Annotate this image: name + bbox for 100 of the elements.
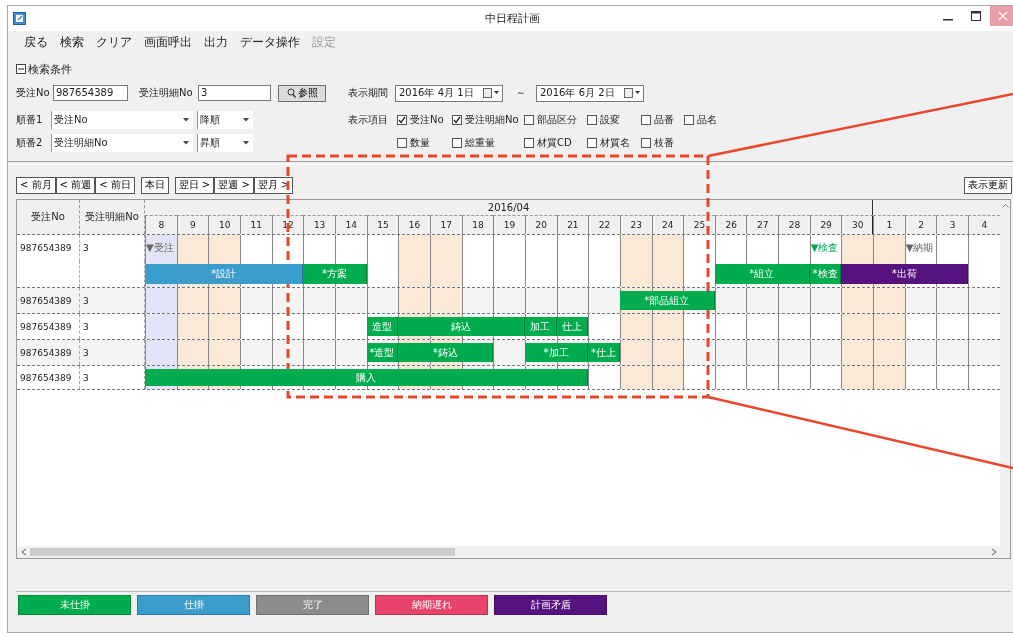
display-item-checkbox[interactable]: 枝番 [641, 133, 684, 153]
day-cell [398, 235, 430, 287]
scroll-right-icon[interactable] [991, 548, 997, 556]
day-cell [651, 340, 684, 365]
task-bar[interactable]: *出荷 [841, 264, 969, 284]
display-item-checkbox[interactable]: 数量 [397, 133, 452, 153]
day-cell [841, 366, 874, 389]
display-item-checkbox[interactable]: 総重量 [452, 133, 524, 153]
menu-item[interactable]: データ操作 [234, 33, 306, 51]
vertical-scrollbar[interactable] [1000, 200, 1010, 558]
sort-order-dropdown[interactable]: 降順 [197, 111, 253, 129]
day-cell [145, 340, 177, 365]
nav-button[interactable]: 翌週 > [214, 176, 254, 194]
day-cell [429, 288, 462, 313]
day-header: 21 [556, 215, 589, 234]
day-cell [176, 340, 209, 365]
menu-item[interactable]: 検索 [54, 33, 90, 51]
day-cell [651, 314, 684, 339]
field-label: 表示期間 [348, 86, 389, 100]
field-label: 順番1 [16, 113, 44, 127]
display-item-checkbox[interactable]: 受注明細No [452, 110, 524, 130]
sort-field-dropdown[interactable]: 受注No [51, 111, 193, 129]
day-header: 28 [778, 215, 810, 234]
menu-item[interactable]: 戻る [18, 33, 54, 51]
date-picker[interactable]: 2016年 4月 1日 [395, 84, 503, 102]
nav-button[interactable]: 翌日 > [174, 176, 215, 194]
milestone-label: ▼受注 [146, 241, 175, 255]
day-header: 10 [208, 215, 240, 234]
day-header: 14 [334, 215, 367, 234]
day-header: 1 [873, 215, 905, 234]
display-item-checkbox[interactable]: 材質CD [524, 133, 587, 153]
menu-item[interactable]: 出力 [198, 33, 234, 51]
day-cell [873, 340, 905, 365]
app-icon [13, 11, 26, 25]
day-cell [841, 288, 874, 313]
day-header: 2 [904, 215, 937, 234]
calendar-icon[interactable] [483, 88, 492, 98]
field-label: 受注No [16, 86, 51, 100]
day-header: 16 [398, 215, 430, 234]
day-cell [619, 340, 652, 365]
day-header: 30 [841, 215, 874, 234]
day-header: 3 [936, 215, 969, 234]
date-picker[interactable]: 2016年 6月 2日 [536, 84, 644, 102]
display-item-checkbox[interactable]: 品名 [684, 110, 744, 130]
nav-button[interactable]: < 前日 [95, 176, 135, 194]
display-item-checkbox[interactable]: 品番 [641, 110, 684, 130]
legend-item: 完了 [256, 595, 369, 615]
minimize-icon [943, 19, 953, 21]
calendar-icon[interactable] [624, 88, 633, 98]
menu-item[interactable]: 画面呼出 [138, 33, 198, 51]
scroll-left-icon[interactable] [21, 548, 27, 556]
month-header: 2016/04 [145, 200, 874, 215]
display-item-checkbox[interactable]: 材質名 [587, 133, 641, 153]
caret-icon[interactable] [494, 91, 499, 95]
caret-icon [243, 118, 249, 122]
day-cell [176, 288, 209, 313]
day-header: 15 [366, 215, 399, 234]
lookup-button[interactable]: 参照 [278, 84, 326, 102]
day-header: 18 [461, 215, 494, 234]
day-header: 9 [176, 215, 209, 234]
nav-button[interactable]: < 前週 [55, 176, 96, 194]
day-cell [145, 314, 177, 339]
checkmark-icon [453, 116, 461, 124]
horizontal-scrollbar[interactable] [17, 546, 1000, 558]
legend-item: 計画矛盾 [494, 595, 607, 615]
day-cell [208, 340, 240, 365]
search-icon [286, 88, 296, 98]
refresh-button[interactable]: 表示更新 [964, 176, 1012, 194]
scroll-up-icon[interactable] [1001, 203, 1009, 208]
field-label: 表示項目 [348, 113, 389, 127]
sort-order-dropdown[interactable]: 昇順 [197, 134, 253, 152]
display-item-checkbox[interactable]: 設変 [587, 110, 641, 130]
day-header: 25 [683, 215, 715, 234]
caret-icon[interactable] [635, 91, 640, 95]
nav-button[interactable]: < 前月 [16, 176, 56, 194]
day-header: 27 [746, 215, 779, 234]
table-cell: 987654389 [17, 366, 80, 389]
day-cell [873, 314, 905, 339]
nav-button[interactable]: 本日 [140, 176, 169, 194]
collapse-icon[interactable] [16, 64, 26, 74]
day-cell [841, 340, 874, 365]
day-header: 17 [429, 215, 462, 234]
sort-field-dropdown[interactable]: 受注明細No [51, 134, 193, 152]
display-item-checkbox[interactable]: 部品区分 [524, 110, 587, 130]
scroll-thumb[interactable] [30, 548, 455, 556]
order-number-field[interactable]: 987654389 [53, 85, 128, 101]
legend-item: 納期遅れ [375, 595, 488, 615]
day-cell [619, 235, 652, 287]
day-header: 26 [714, 215, 747, 234]
day-cell [873, 288, 905, 313]
close-icon [998, 11, 1008, 21]
day-cell [651, 366, 684, 389]
legend-item: 仕掛 [137, 595, 250, 615]
detail-number-field[interactable]: 3 [198, 85, 271, 101]
day-cell [651, 235, 684, 287]
table-cell: 987654389 [17, 340, 80, 365]
menu-item[interactable]: クリア [90, 33, 138, 51]
display-item-checkbox[interactable]: 受注No [397, 110, 452, 130]
field-label: 受注明細No [139, 86, 194, 100]
day-header: 20 [524, 215, 557, 234]
